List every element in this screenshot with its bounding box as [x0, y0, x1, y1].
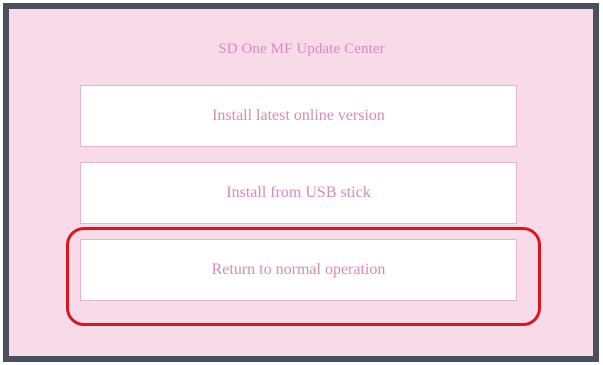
install-online-button[interactable]: Install latest online version [80, 85, 517, 147]
install-usb-button[interactable]: Install from USB stick [80, 162, 517, 224]
screen: SD One MF Update Center Install latest o… [0, 0, 603, 365]
page-title: SD One MF Update Center [218, 41, 385, 57]
return-to-normal-button[interactable]: Return to normal operation [80, 239, 517, 301]
